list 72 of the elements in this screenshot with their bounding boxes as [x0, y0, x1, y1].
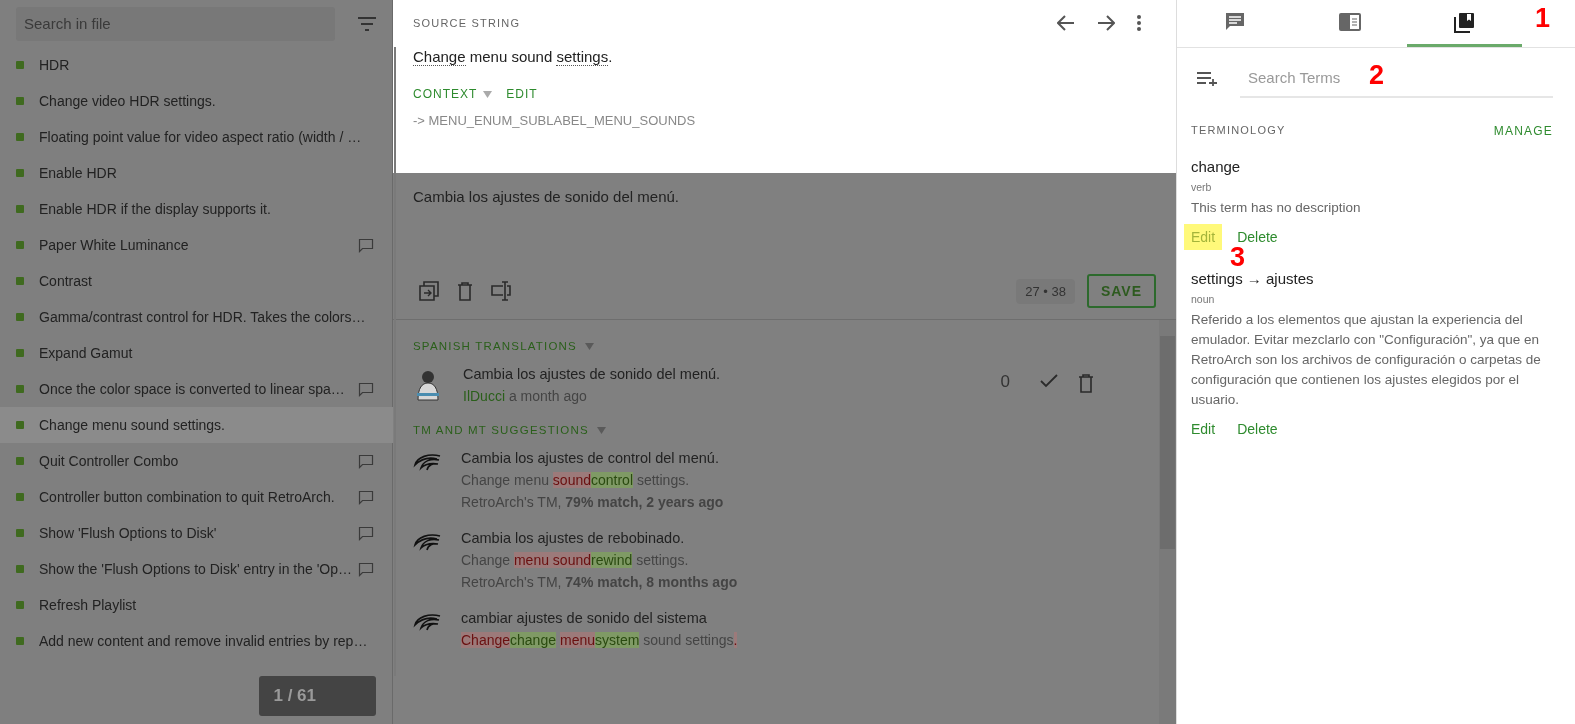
- string-item[interactable]: Enable HDR if the display supports it.: [0, 191, 395, 227]
- string-item[interactable]: Refresh Playlist: [0, 587, 395, 623]
- vote-count: 0: [1000, 372, 1010, 392]
- string-item[interactable]: Paper White Luminance: [0, 227, 395, 263]
- search-field[interactable]: Search in file: [16, 7, 335, 41]
- section-heading: TERMINOLOGY: [1191, 124, 1286, 138]
- save-button[interactable]: SAVE: [1086, 274, 1156, 308]
- add-list-icon[interactable]: [1197, 72, 1218, 86]
- swirl-logo-icon: [413, 533, 441, 553]
- string-item[interactable]: Once the color space is converted to linear spa…: [0, 371, 395, 407]
- translation-text: Cambia los ajustes de sonido del menú.: [463, 366, 722, 382]
- string-item[interactable]: Show the 'Flush Options to Disk' entry in the 'Op…: [0, 551, 395, 587]
- source-text: Change menu sound settings.: [413, 48, 614, 65]
- annotation-number: 1: [1534, 3, 1550, 34]
- comment-icon: [1224, 12, 1245, 32]
- manage-link[interactable]: MANAGE: [1493, 124, 1553, 138]
- edit-link[interactable]: Edit: [1184, 416, 1223, 442]
- text-cursor-icon[interactable]: [491, 281, 511, 301]
- part-of-speech: verb: [1191, 181, 1213, 193]
- check-icon[interactable]: [1040, 374, 1058, 388]
- suggestion-source: RetroArch's TM, 79% match, 2 years ago: [461, 494, 725, 510]
- string-item[interactable]: Change video HDR settings.: [0, 83, 395, 119]
- translation-input[interactable]: Cambia los ajustes de sonido del menú.: [393, 173, 1176, 269]
- forward-arrow-icon[interactable]: [1097, 15, 1115, 31]
- string-item[interactable]: Floating point value for video aspect ratio (width / …: [0, 119, 395, 155]
- document-icon: [1338, 13, 1361, 31]
- term-description: This term has no description: [1191, 199, 1362, 217]
- edit-link[interactable]: Edit: [1184, 224, 1223, 250]
- context-key: -> MENU_ENUM_SUBLABEL_MENU_SOUNDS: [413, 113, 1156, 128]
- swirl-logo-icon: [413, 613, 441, 633]
- string-item[interactable]: Enable HDR: [0, 155, 395, 191]
- term-title: settings → ajustes: [1191, 270, 1315, 287]
- edit-link[interactable]: EDIT: [506, 87, 538, 101]
- string-item[interactable]: Expand Gamut: [0, 335, 395, 371]
- string-item[interactable]: Show 'Flush Options to Disk': [0, 515, 395, 551]
- trash-icon[interactable]: [1078, 374, 1094, 393]
- copy-source-icon[interactable]: [419, 281, 439, 301]
- swirl-logo-icon: [413, 453, 441, 473]
- character-counter: 27 • 38: [1016, 278, 1075, 304]
- caret-icon: [584, 342, 594, 350]
- diff-text: Changechange menusystem sound settings.: [461, 632, 739, 648]
- diff-text: Change menu soundrewind settings.: [461, 552, 690, 568]
- filter-icon[interactable]: [357, 17, 377, 31]
- delete-link[interactable]: Delete: [1230, 416, 1285, 442]
- string-item[interactable]: Add new content and remove invalid entries by rep…: [0, 623, 395, 659]
- string-item[interactable]: Change menu sound settings.: [0, 407, 395, 443]
- annotation-number: 2: [1369, 60, 1385, 91]
- diff-text: Change menu soundcontrol settings.: [461, 472, 691, 488]
- suggestion-text[interactable]: cambiar ajustes de sonido del sistema: [461, 610, 1139, 626]
- context-toggle[interactable]: CONTEXT: [413, 87, 493, 101]
- string-item[interactable]: Quit Controller Combo: [0, 443, 395, 479]
- section-heading: SOURCE STRING: [413, 17, 521, 29]
- pager: 1 / 61: [259, 676, 376, 716]
- caret-icon: [596, 426, 606, 434]
- annotation-number: 3: [1230, 242, 1246, 272]
- suggestion-source: RetroArch's TM, 74% match, 8 months ago: [461, 574, 739, 590]
- suggestion-text[interactable]: Cambia los ajustes de control del menú.: [461, 450, 1139, 466]
- back-arrow-icon[interactable]: [1057, 15, 1075, 31]
- caret-icon: [483, 90, 493, 98]
- scrollbar[interactable]: [1159, 320, 1176, 724]
- part-of-speech: noun: [1191, 293, 1216, 305]
- term-title: change: [1191, 158, 1242, 175]
- book-icon: [1454, 11, 1475, 33]
- timestamp: a month ago: [508, 388, 587, 404]
- more-icon[interactable]: [1137, 15, 1141, 31]
- string-item[interactable]: Gamma/contrast control for HDR. Takes the colors…: [0, 299, 395, 335]
- suggestion-text[interactable]: Cambia los ajustes de rebobinado.: [461, 530, 1139, 546]
- string-item[interactable]: Contrast: [0, 263, 395, 299]
- term-description: Referido a los elementos que ajustan la experiencia del emulador. Evitar mezclarlo con "Configuración", ya que en RetroArch son los archivos de configuración o carpetas de configuración que contienen los ajustes elegidos por el usuario.: [1191, 311, 1542, 409]
- string-item[interactable]: HDR: [0, 47, 395, 83]
- string-item[interactable]: Controller button combination to quit RetroArch.: [0, 479, 395, 515]
- trash-icon[interactable]: [457, 281, 473, 301]
